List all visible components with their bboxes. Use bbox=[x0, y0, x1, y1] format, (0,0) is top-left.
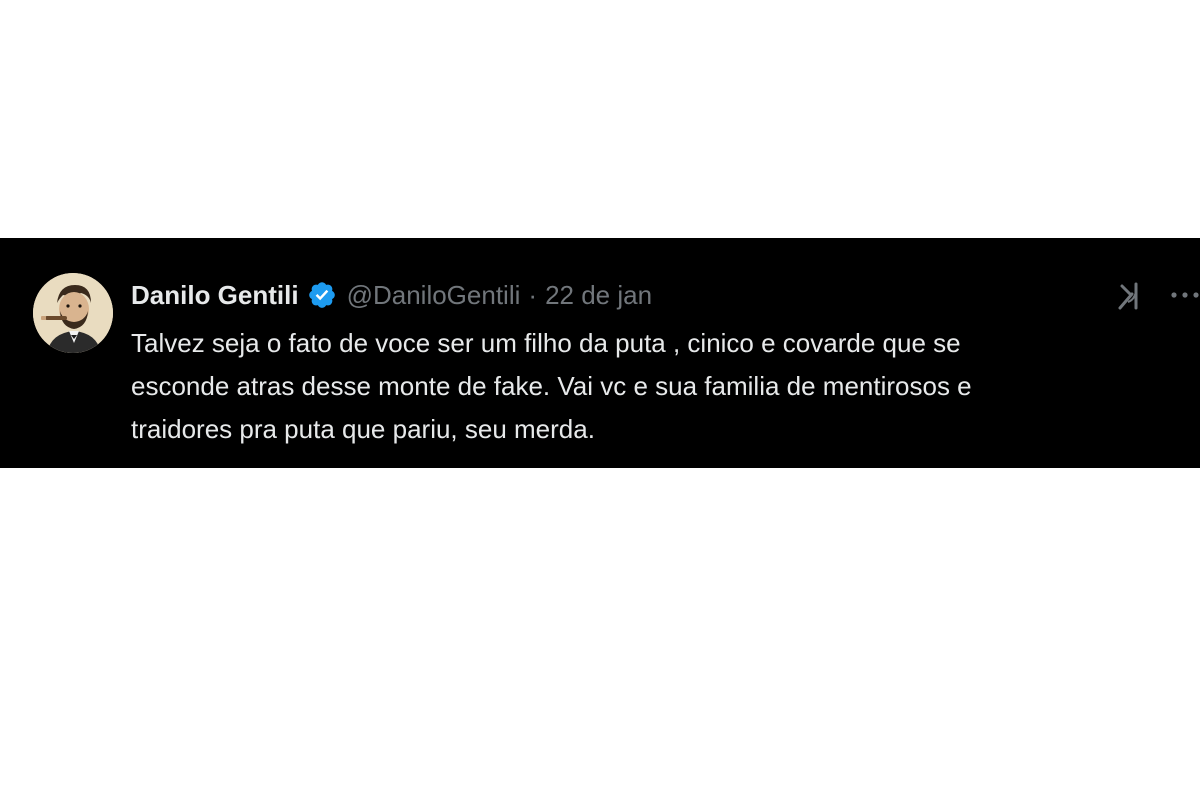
grok-icon[interactable] bbox=[1114, 278, 1148, 312]
page: Danilo Gentili @DaniloGentili · 22 de ja… bbox=[0, 0, 1200, 800]
header-separator: · bbox=[528, 279, 538, 310]
more-options-icon[interactable] bbox=[1168, 278, 1200, 312]
tweet-text: Talvez seja o fato de voce ser um filho … bbox=[131, 328, 972, 444]
author-handle[interactable]: @DaniloGentili bbox=[347, 280, 521, 311]
avatar[interactable] bbox=[33, 273, 113, 353]
tweet-card[interactable]: Danilo Gentili @DaniloGentili · 22 de ja… bbox=[0, 238, 1200, 468]
verified-badge-icon bbox=[307, 280, 337, 310]
avatar-illustration bbox=[33, 273, 113, 353]
author-display-name[interactable]: Danilo Gentili bbox=[131, 280, 299, 311]
tweet-header: Danilo Gentili @DaniloGentili · 22 de ja… bbox=[131, 275, 652, 315]
tweet-date[interactable]: 22 de jan bbox=[545, 280, 652, 311]
